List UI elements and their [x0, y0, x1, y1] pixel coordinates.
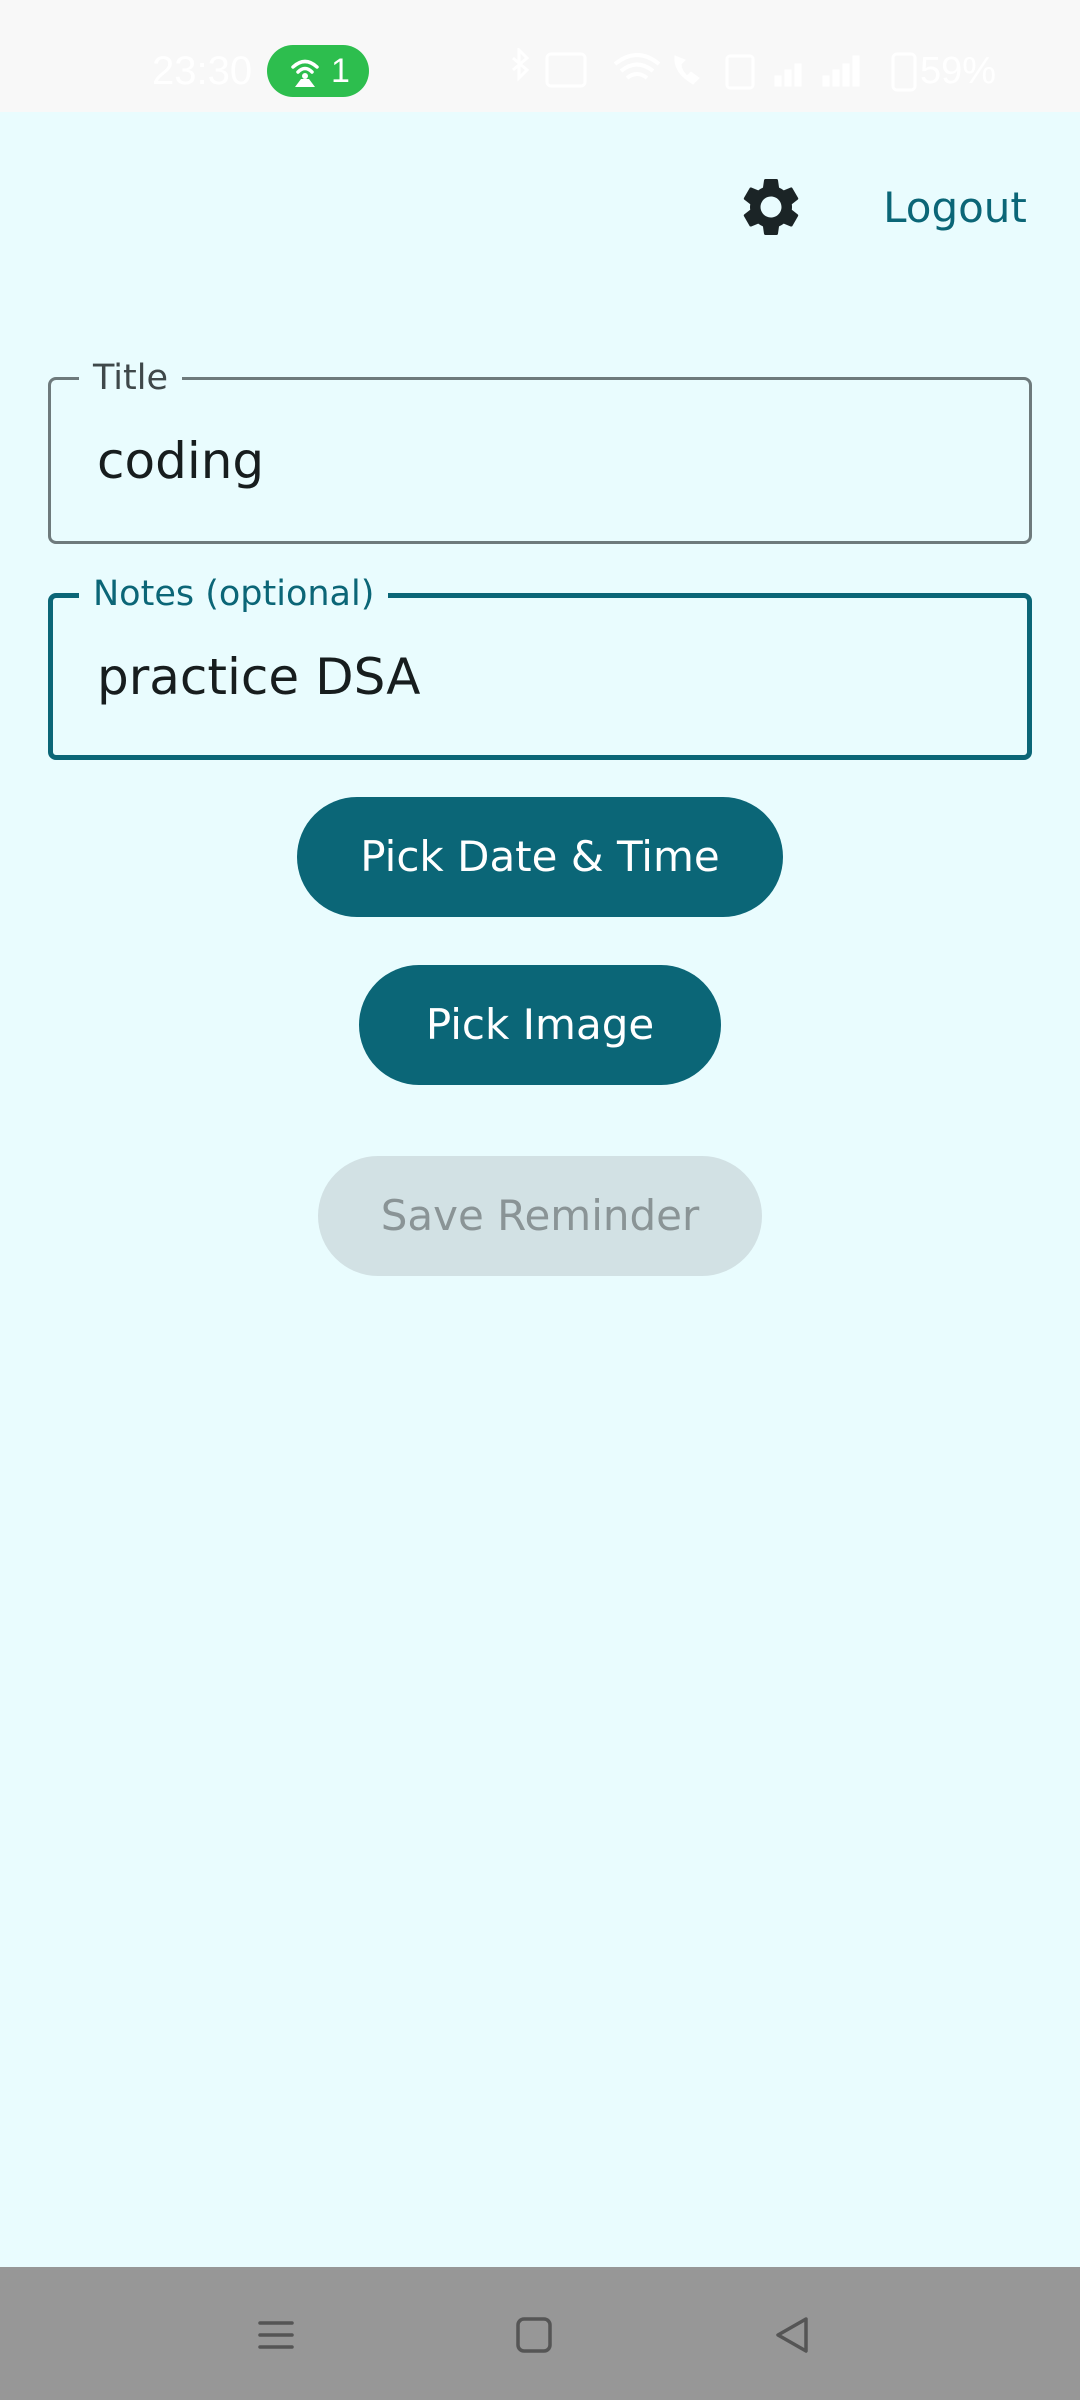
hd-icon: [545, 52, 587, 88]
title-input[interactable]: [97, 430, 977, 492]
menu-icon[interactable]: [246, 2305, 306, 2365]
save-reminder-button[interactable]: Save Reminder: [318, 1156, 762, 1276]
battery-icon: [891, 52, 917, 92]
navigation-bar: [0, 2267, 1080, 2400]
pick-image-button[interactable]: Pick Image: [359, 965, 721, 1085]
status-time: 23:30: [152, 49, 253, 93]
status-bar: 23:30 1 59%: [0, 0, 1080, 112]
wifi-icon: [613, 53, 661, 80]
hotspot-icon: [291, 59, 319, 87]
call-icon: [674, 55, 700, 85]
title-field[interactable]: Title: [48, 356, 1032, 544]
bluetooth-icon: [512, 48, 530, 82]
status-icons: [512, 48, 917, 92]
battery-percentage: 59%: [920, 50, 997, 92]
logout-button[interactable]: Logout: [860, 178, 1050, 238]
back-icon[interactable]: [762, 2305, 822, 2365]
sim-icon: [725, 54, 755, 90]
settings-gear-icon[interactable]: [736, 172, 806, 242]
home-icon[interactable]: [504, 2305, 564, 2365]
hotspot-badge: 1: [267, 45, 369, 97]
pick-date-time-button[interactable]: Pick Date & Time: [297, 797, 783, 917]
hotspot-count: 1: [331, 52, 350, 90]
notes-input[interactable]: [97, 646, 977, 708]
title-field-label: Title: [79, 356, 183, 400]
notes-field[interactable]: Notes (optional): [48, 572, 1032, 760]
notes-field-label: Notes (optional): [79, 572, 389, 616]
